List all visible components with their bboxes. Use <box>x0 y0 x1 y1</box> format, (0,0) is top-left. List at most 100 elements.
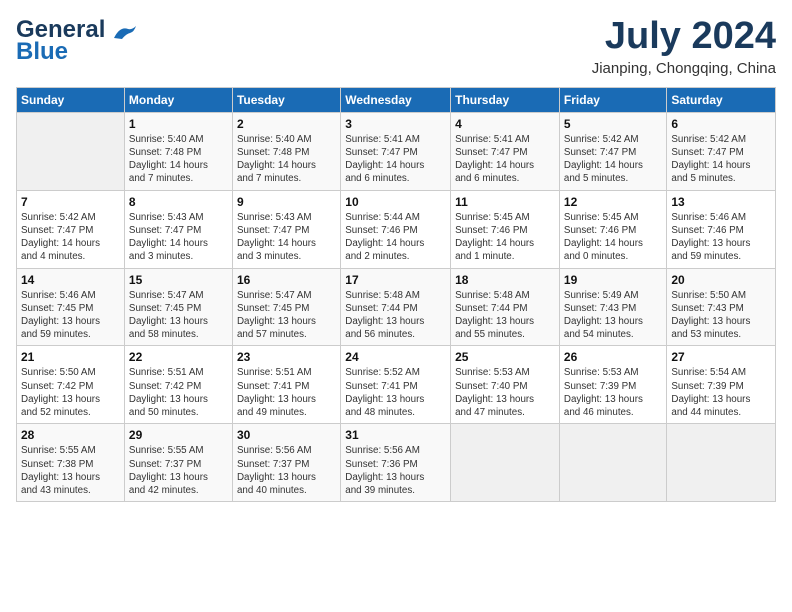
day-number: 18 <box>455 273 555 287</box>
week-row-4: 21 Sunrise: 5:50 AM Sunset: 7:42 PM Dayli… <box>17 346 776 424</box>
week-row-3: 14Sunrise: 5:46 AM Sunset: 7:45 PM Dayli… <box>17 268 776 346</box>
calendar-cell: 1 Sunrise: 5:40 AM Sunset: 7:48 PM Daylig… <box>124 112 232 190</box>
day-number: 26 <box>564 350 662 364</box>
day-number: 16 <box>237 273 336 287</box>
day-number: 5 <box>564 117 662 131</box>
calendar-table: SundayMondayTuesdayWednesdayThursdayFrid… <box>16 87 776 502</box>
day-number: 10 <box>345 195 446 209</box>
day-info: Sunrise: 5:40 AM Sunset: 7:48 PM Dayligh… <box>129 133 228 186</box>
calendar-cell: 13 Sunrise: 5:46 AM Sunset: 7:46 PM Dayli… <box>667 190 776 268</box>
weekday-header-tuesday: Tuesday <box>232 87 340 112</box>
title-block: July 2024 Jianping, Chongqing, China <box>592 16 776 77</box>
day-number: 17 <box>345 273 446 287</box>
day-info: Sunrise: 5:41 AM Sunset: 7:47 PM Dayligh… <box>455 133 555 186</box>
day-number: 14 <box>21 273 120 287</box>
header: General Blue July 2024 Jianping, Chongqi… <box>16 16 776 77</box>
day-number: 20 <box>671 273 771 287</box>
calendar-cell <box>559 424 666 502</box>
calendar-cell: 27Sunrise: 5:54 AM Sunset: 7:39 PM Dayli… <box>667 346 776 424</box>
day-info: Sunrise: 5:48 AM Sunset: 7:44 PM Dayligh… <box>455 289 555 342</box>
weekday-header-wednesday: Wednesday <box>341 87 451 112</box>
month-title: July 2024 <box>592 16 776 58</box>
calendar-cell: 17 Sunrise: 5:48 AM Sunset: 7:44 PM Dayli… <box>341 268 451 346</box>
day-number: 9 <box>237 195 336 209</box>
day-number: 21 <box>21 350 120 364</box>
calendar-cell: 11 Sunrise: 5:45 AM Sunset: 7:46 PM Dayli… <box>451 190 560 268</box>
calendar-cell <box>667 424 776 502</box>
logo-text-general: General <box>16 16 105 43</box>
day-info: Sunrise: 5:53 AM Sunset: 7:39 PM Dayligh… <box>564 366 662 419</box>
calendar-cell <box>17 112 125 190</box>
day-info: Sunrise: 5:48 AM Sunset: 7:44 PM Dayligh… <box>345 289 446 342</box>
day-number: 28 <box>21 428 120 442</box>
day-info: Sunrise: 5:45 AM Sunset: 7:46 PM Dayligh… <box>455 211 555 264</box>
day-info: Sunrise: 5:40 AM Sunset: 7:48 PM Dayligh… <box>237 133 336 186</box>
calendar-cell: 12 Sunrise: 5:45 AM Sunset: 7:46 PM Dayli… <box>559 190 666 268</box>
day-info: Sunrise: 5:51 AM Sunset: 7:42 PM Dayligh… <box>129 366 228 419</box>
calendar-cell: 15Sunrise: 5:47 AM Sunset: 7:45 PM Dayli… <box>124 268 232 346</box>
day-info: Sunrise: 5:46 AM Sunset: 7:46 PM Dayligh… <box>671 211 771 264</box>
weekday-header-monday: Monday <box>124 87 232 112</box>
calendar-cell: 9 Sunrise: 5:43 AM Sunset: 7:47 PM Daylig… <box>232 190 340 268</box>
day-info: Sunrise: 5:44 AM Sunset: 7:46 PM Dayligh… <box>345 211 446 264</box>
calendar-cell: 30 Sunrise: 5:56 AM Sunset: 7:37 PM Dayli… <box>232 424 340 502</box>
calendar-cell <box>451 424 560 502</box>
day-info: Sunrise: 5:55 AM Sunset: 7:38 PM Dayligh… <box>21 444 120 497</box>
calendar-cell: 14Sunrise: 5:46 AM Sunset: 7:45 PM Dayli… <box>17 268 125 346</box>
day-number: 31 <box>345 428 446 442</box>
page-container: General Blue July 2024 Jianping, Chongqi… <box>0 0 792 512</box>
day-number: 22 <box>129 350 228 364</box>
day-number: 7 <box>21 195 120 209</box>
day-number: 6 <box>671 117 771 131</box>
weekday-header-friday: Friday <box>559 87 666 112</box>
day-number: 29 <box>129 428 228 442</box>
day-number: 25 <box>455 350 555 364</box>
day-info: Sunrise: 5:47 AM Sunset: 7:45 PM Dayligh… <box>129 289 228 342</box>
calendar-cell: 16Sunrise: 5:47 AM Sunset: 7:45 PM Dayli… <box>232 268 340 346</box>
calendar-cell: 2 Sunrise: 5:40 AM Sunset: 7:48 PM Daylig… <box>232 112 340 190</box>
day-info: Sunrise: 5:51 AM Sunset: 7:41 PM Dayligh… <box>237 366 336 419</box>
day-number: 24 <box>345 350 446 364</box>
day-number: 11 <box>455 195 555 209</box>
calendar-cell: 4Sunrise: 5:41 AM Sunset: 7:47 PM Daylig… <box>451 112 560 190</box>
calendar-cell: 23 Sunrise: 5:51 AM Sunset: 7:41 PM Dayli… <box>232 346 340 424</box>
day-number: 1 <box>129 117 228 131</box>
week-row-2: 7 Sunrise: 5:42 AM Sunset: 7:47 PM Daylig… <box>17 190 776 268</box>
week-row-5: 28 Sunrise: 5:55 AM Sunset: 7:38 PM Dayli… <box>17 424 776 502</box>
calendar-cell: 20Sunrise: 5:50 AM Sunset: 7:43 PM Dayli… <box>667 268 776 346</box>
day-info: Sunrise: 5:52 AM Sunset: 7:41 PM Dayligh… <box>345 366 446 419</box>
calendar-cell: 10 Sunrise: 5:44 AM Sunset: 7:46 PM Dayli… <box>341 190 451 268</box>
calendar-cell: 24 Sunrise: 5:52 AM Sunset: 7:41 PM Dayli… <box>341 346 451 424</box>
day-info: Sunrise: 5:55 AM Sunset: 7:37 PM Dayligh… <box>129 444 228 497</box>
day-number: 12 <box>564 195 662 209</box>
calendar-cell: 8Sunrise: 5:43 AM Sunset: 7:47 PM Daylig… <box>124 190 232 268</box>
day-info: Sunrise: 5:45 AM Sunset: 7:46 PM Dayligh… <box>564 211 662 264</box>
day-number: 23 <box>237 350 336 364</box>
day-info: Sunrise: 5:56 AM Sunset: 7:37 PM Dayligh… <box>237 444 336 497</box>
day-info: Sunrise: 5:42 AM Sunset: 7:47 PM Dayligh… <box>671 133 771 186</box>
calendar-cell: 5 Sunrise: 5:42 AM Sunset: 7:47 PM Daylig… <box>559 112 666 190</box>
weekday-header-saturday: Saturday <box>667 87 776 112</box>
calendar-cell: 28 Sunrise: 5:55 AM Sunset: 7:38 PM Dayli… <box>17 424 125 502</box>
day-info: Sunrise: 5:50 AM Sunset: 7:42 PM Dayligh… <box>21 366 120 419</box>
day-number: 27 <box>671 350 771 364</box>
calendar-cell: 21 Sunrise: 5:50 AM Sunset: 7:42 PM Dayli… <box>17 346 125 424</box>
day-info: Sunrise: 5:41 AM Sunset: 7:47 PM Dayligh… <box>345 133 446 186</box>
day-info: Sunrise: 5:42 AM Sunset: 7:47 PM Dayligh… <box>21 211 120 264</box>
day-info: Sunrise: 5:56 AM Sunset: 7:36 PM Dayligh… <box>345 444 446 497</box>
calendar-cell: 26 Sunrise: 5:53 AM Sunset: 7:39 PM Dayli… <box>559 346 666 424</box>
day-info: Sunrise: 5:43 AM Sunset: 7:47 PM Dayligh… <box>237 211 336 264</box>
day-number: 13 <box>671 195 771 209</box>
day-info: Sunrise: 5:42 AM Sunset: 7:47 PM Dayligh… <box>564 133 662 186</box>
calendar-cell: 29 Sunrise: 5:55 AM Sunset: 7:37 PM Dayli… <box>124 424 232 502</box>
calendar-cell: 3Sunrise: 5:41 AM Sunset: 7:47 PM Daylig… <box>341 112 451 190</box>
day-number: 19 <box>564 273 662 287</box>
day-info: Sunrise: 5:53 AM Sunset: 7:40 PM Dayligh… <box>455 366 555 419</box>
calendar-cell: 25 Sunrise: 5:53 AM Sunset: 7:40 PM Dayli… <box>451 346 560 424</box>
day-number: 2 <box>237 117 336 131</box>
day-number: 30 <box>237 428 336 442</box>
calendar-cell: 31 Sunrise: 5:56 AM Sunset: 7:36 PM Dayli… <box>341 424 451 502</box>
logo: General Blue <box>16 16 140 66</box>
calendar-cell: 18 Sunrise: 5:48 AM Sunset: 7:44 PM Dayli… <box>451 268 560 346</box>
day-number: 8 <box>129 195 228 209</box>
